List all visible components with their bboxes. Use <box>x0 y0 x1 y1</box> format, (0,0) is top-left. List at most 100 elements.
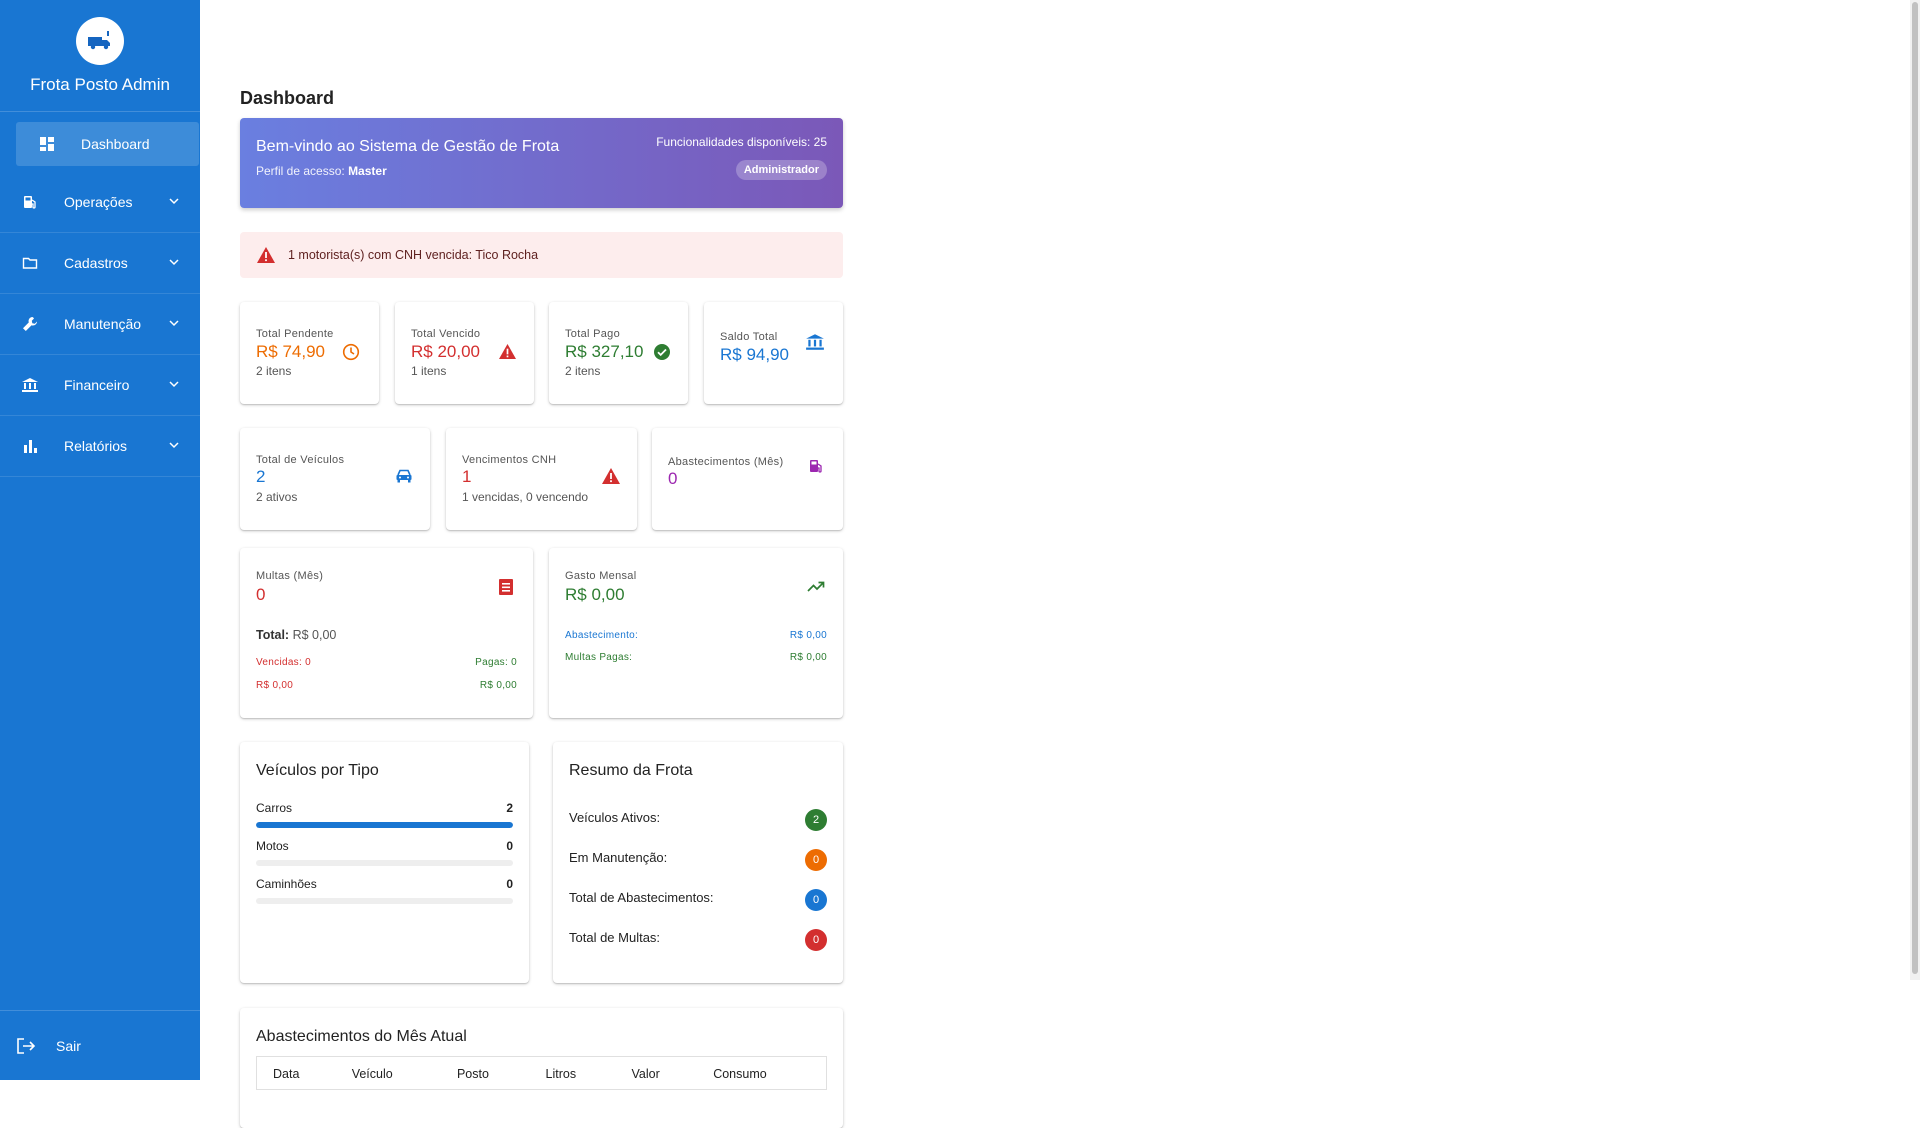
card-value: R$ 327,10 <box>565 342 644 361</box>
column-header-consumo[interactable]: Consumo <box>697 1057 826 1090</box>
card-total-pago: Total Pago R$ 327,10 2 itens <box>549 302 688 404</box>
vehicle-type-count: 2 <box>506 801 513 815</box>
table-header-row: Data Veículo Posto Litros Valor Consumo <box>257 1057 827 1090</box>
card-value: R$ 20,00 <box>411 342 480 361</box>
abastecimentos-table: Data Veículo Posto Litros Valor Consumo <box>256 1056 827 1090</box>
warning-icon <box>601 467 621 485</box>
welcome-title: Bem-vindo ao Sistema de Gestão de Frota <box>256 138 560 155</box>
sidebar-item-label: Cadastros <box>64 255 128 271</box>
card-label: Gasto Mensal <box>565 570 637 582</box>
sidebar-item-cadastros[interactable]: Cadastros <box>0 233 200 294</box>
welcome-banner: Bem-vindo ao Sistema de Gestão de Frota … <box>240 118 843 208</box>
fuel-pump-icon <box>808 458 824 474</box>
truck-logo-icon <box>76 17 124 65</box>
card-value: 0 <box>668 469 678 488</box>
card-saldo-total: Saldo Total R$ 94,90 <box>704 302 843 404</box>
card-value: 0 <box>256 585 266 604</box>
page-scrollbar[interactable] <box>1910 0 1920 980</box>
card-sub: 2 ativos <box>256 490 298 504</box>
section-title: Abastecimentos do Mês Atual <box>256 1028 467 1045</box>
clock-icon <box>342 343 360 361</box>
card-label: Saldo Total <box>720 331 778 343</box>
column-header-litros[interactable]: Litros <box>530 1057 616 1090</box>
role-badge: Administrador <box>735 160 827 180</box>
summary-badge: 0 <box>805 849 827 871</box>
summary-label: Total de Abastecimentos: <box>569 890 714 905</box>
sidebar-item-label: Dashboard <box>81 136 150 152</box>
card-value: 2 <box>256 467 266 486</box>
chevron-down-icon <box>168 255 180 271</box>
sidebar-item-label: Financeiro <box>64 377 130 393</box>
car-icon <box>395 468 413 484</box>
logout-icon <box>16 1037 36 1055</box>
sidebar-item-operacoes[interactable]: Operações <box>0 172 200 233</box>
column-header-data[interactable]: Data <box>257 1057 336 1090</box>
chevron-down-icon <box>168 194 180 210</box>
column-header-valor[interactable]: Valor <box>615 1057 697 1090</box>
chevron-down-icon <box>168 377 180 393</box>
profile-prefix: Perfil de acesso: <box>256 164 345 178</box>
card-vencimentos-cnh: Vencimentos CNH 1 1 vencidas, 0 vencendo <box>446 428 637 530</box>
fuel-pump-icon <box>20 192 40 212</box>
column-header-posto[interactable]: Posto <box>441 1057 530 1090</box>
multas-total-label: Total: <box>256 628 290 642</box>
sidebar-item-label: Relatórios <box>64 438 128 454</box>
alert-text: 1 motorista(s) com CNH vencida: Tico Roc… <box>288 248 539 262</box>
vehicle-type-label: Motos <box>256 839 289 853</box>
gasto-abastecimento-label: Abastecimento: <box>565 630 639 641</box>
card-veiculos-por-tipo: Veículos por Tipo Carros 2 Motos 0 Camin… <box>240 742 529 983</box>
summary-label: Em Manutenção: <box>569 850 668 865</box>
summary-badge: 2 <box>805 809 827 831</box>
multas-vencidas-value: R$ 0,00 <box>256 680 294 691</box>
card-label: Multas (Mês) <box>256 570 324 582</box>
card-label: Total de Veículos <box>256 454 345 466</box>
sidebar-item-relatorios[interactable]: Relatórios <box>0 416 200 477</box>
vehicle-type-bar <box>256 860 513 866</box>
logout-button[interactable]: Sair <box>0 1010 200 1080</box>
card-resumo-frota: Resumo da Frota Veículos Ativos: 2 Em Ma… <box>553 742 843 983</box>
warning-icon <box>498 343 517 360</box>
sidebar-item-dashboard[interactable]: Dashboard <box>16 122 199 166</box>
check-circle-icon <box>653 343 671 361</box>
card-multas-mes: Multas (Mês) 0 Total: R$ 0,00 Vencidas: … <box>240 548 533 718</box>
app-title: Frota Posto Admin <box>30 75 170 94</box>
cnh-alert: 1 motorista(s) com CNH vencida: Tico Roc… <box>240 232 843 278</box>
section-title: Resumo da Frota <box>569 762 693 779</box>
chevron-down-icon <box>168 438 180 454</box>
bank-icon <box>805 333 825 351</box>
multas-total-value: R$ 0,00 <box>292 628 337 642</box>
card-sub: 2 itens <box>565 364 601 378</box>
column-header-veiculo[interactable]: Veículo <box>336 1057 441 1090</box>
multas-total: Total: R$ 0,00 <box>256 628 336 642</box>
profile-value: Master <box>348 164 387 178</box>
dashboard-icon <box>37 134 57 154</box>
summary-label: Veículos Ativos: <box>569 810 661 825</box>
features-count: Funcionalidades disponíveis: 25 <box>656 135 827 149</box>
summary-badge: 0 <box>805 929 827 951</box>
multas-pagas-label: Pagas: 0 <box>475 657 517 668</box>
warning-icon <box>256 246 276 264</box>
gasto-abastecimento-value: R$ 0,00 <box>789 630 827 641</box>
folder-icon <box>20 253 40 273</box>
card-value: R$ 94,90 <box>720 345 789 364</box>
vehicle-type-label: Carros <box>256 801 293 815</box>
scrollbar-thumb[interactable] <box>1912 2 1918 974</box>
sidebar-nav: Dashboard Operações Cadastros Manutenção… <box>0 112 200 477</box>
sidebar-item-manutencao[interactable]: Manutenção <box>0 294 200 355</box>
bar-chart-icon <box>20 436 40 456</box>
card-sub: 2 itens <box>256 364 292 378</box>
card-value: R$ 0,00 <box>565 585 625 604</box>
wrench-icon <box>20 314 40 334</box>
sidebar-item-label: Manutenção <box>64 316 142 332</box>
gasto-multas-label: Multas Pagas: <box>565 652 633 663</box>
page-title: Dashboard <box>240 88 335 108</box>
card-total-vencido: Total Vencido R$ 20,00 1 itens <box>395 302 534 404</box>
card-label: Total Pendente <box>256 328 334 340</box>
bank-icon <box>20 375 40 395</box>
card-total-pendente: Total Pendente R$ 74,90 2 itens <box>240 302 379 404</box>
summary-label: Total de Multas: <box>569 930 661 945</box>
sidebar-item-financeiro[interactable]: Financeiro <box>0 355 200 416</box>
gasto-multas-value: R$ 0,00 <box>789 652 827 663</box>
receipt-icon <box>498 578 514 596</box>
card-value: R$ 74,90 <box>256 342 325 361</box>
